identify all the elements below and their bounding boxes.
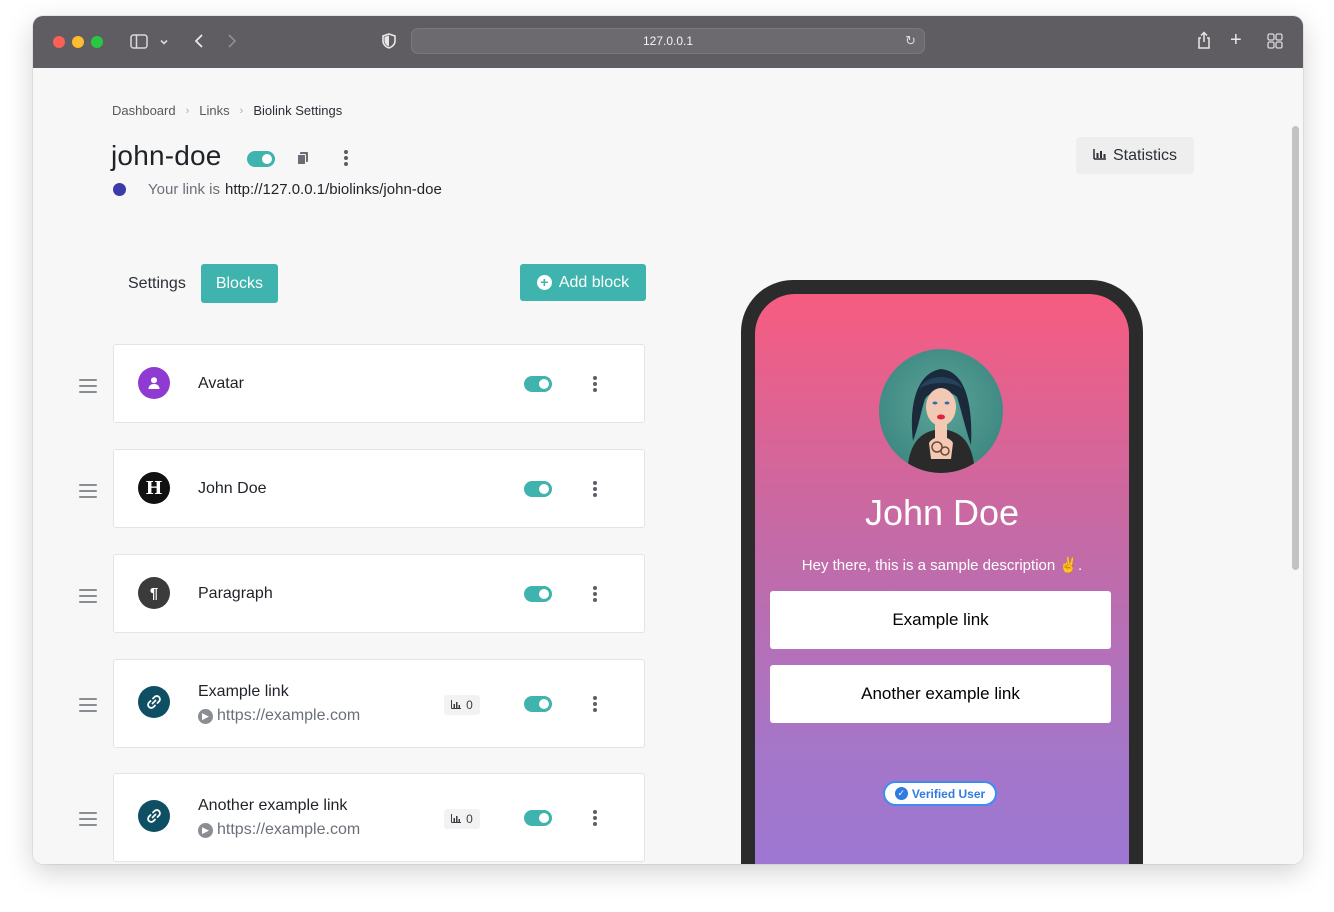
arrow-right-circle-icon: ▶ <box>198 822 213 838</box>
drag-handle-icon[interactable] <box>79 484 97 502</box>
chart-icon <box>1093 147 1107 165</box>
chevron-right-icon: › <box>185 104 190 117</box>
drag-handle-icon[interactable] <box>79 379 97 397</box>
block-avatar[interactable]: Avatar <box>113 344 645 423</box>
block-title: Paragraph <box>198 585 273 602</box>
check-circle-icon: ✓ <box>894 787 908 800</box>
preview-link-button[interactable]: Another example link <box>770 665 1111 723</box>
block-enabled-toggle[interactable] <box>524 696 552 712</box>
block-link[interactable]: Another example link ▶ https://example.c… <box>113 773 645 862</box>
chevron-right-icon: › <box>239 104 244 117</box>
chart-icon <box>451 812 462 826</box>
new-tab-icon[interactable]: + <box>1230 30 1242 50</box>
block-more-icon[interactable] <box>593 586 597 604</box>
forward-icon[interactable] <box>226 33 238 53</box>
clicks-badge: 0 <box>444 809 480 829</box>
share-icon[interactable] <box>1196 31 1212 54</box>
block-url-text: https://example.com <box>217 707 361 724</box>
sidebar-icon[interactable] <box>130 34 148 53</box>
close-window-button[interactable] <box>53 36 65 48</box>
block-more-icon[interactable] <box>593 696 597 714</box>
breadcrumb-links[interactable]: Links <box>199 103 229 118</box>
block-title: Avatar <box>198 375 244 392</box>
browser-window: 127.0.0.1 ↻ + Dashboard › Links › Biolin… <box>33 16 1303 864</box>
arrow-right-circle-icon: ▶ <box>198 708 213 724</box>
block-paragraph[interactable]: ¶ Paragraph <box>113 554 645 633</box>
breadcrumb-current: Biolink Settings <box>253 103 343 118</box>
back-icon[interactable] <box>193 33 205 53</box>
tab-settings[interactable]: Settings <box>113 264 201 303</box>
avatar <box>879 349 1003 473</box>
block-title: Another example link <box>198 797 348 814</box>
link-icon <box>138 800 170 832</box>
page-title: john-doe <box>111 140 222 171</box>
plus-circle-icon: + <box>536 275 552 290</box>
tab-overview-icon[interactable] <box>1267 33 1283 53</box>
block-url: ▶ https://example.com <box>198 707 360 725</box>
block-url: ▶ https://example.com <box>198 821 360 839</box>
clicks-count: 0 <box>466 812 473 826</box>
minimize-window-button[interactable] <box>72 36 84 48</box>
phone-preview: John Doe Hey there, this is a sample des… <box>741 280 1143 864</box>
copy-icon[interactable] <box>296 151 310 170</box>
breadcrumb: Dashboard › Links › Biolink Settings <box>112 103 342 118</box>
drag-handle-icon[interactable] <box>79 698 97 716</box>
chevron-down-icon[interactable] <box>159 35 169 51</box>
page-content: Dashboard › Links › Biolink Settings joh… <box>33 68 1291 864</box>
reload-icon[interactable]: ↻ <box>905 29 916 53</box>
browser-toolbar: 127.0.0.1 ↻ + <box>33 16 1303 68</box>
statistics-button[interactable]: Statistics <box>1076 137 1194 174</box>
block-more-icon[interactable] <box>593 481 597 499</box>
biolink-url-line: Your link is http://127.0.0.1/biolinks/j… <box>113 181 442 198</box>
block-heading[interactable]: H John Doe <box>113 449 645 528</box>
preview-screen: John Doe Hey there, this is a sample des… <box>755 294 1129 864</box>
preview-link-button[interactable]: Example link <box>770 591 1111 649</box>
preview-name: John Doe <box>864 492 1020 533</box>
block-enabled-toggle[interactable] <box>524 810 552 826</box>
block-enabled-toggle[interactable] <box>524 586 552 602</box>
chart-icon <box>451 698 462 712</box>
breadcrumb-dashboard[interactable]: Dashboard <box>112 103 176 118</box>
heading-icon: H <box>138 472 170 504</box>
add-block-label: Add block <box>558 273 630 291</box>
verified-label: Verified User <box>911 786 986 801</box>
address-bar[interactable]: 127.0.0.1 ↻ <box>411 28 925 54</box>
clicks-badge: 0 <box>444 695 480 715</box>
preview-description: Hey there, this is a sample description … <box>801 557 1083 574</box>
drag-handle-icon[interactable] <box>79 812 97 830</box>
verified-badge: ✓ Verified User <box>883 781 997 806</box>
drag-handle-icon[interactable] <box>79 589 97 607</box>
zoom-window-button[interactable] <box>91 36 103 48</box>
tab-blocks[interactable]: Blocks <box>200 264 278 303</box>
statistics-label: Statistics <box>1112 146 1177 164</box>
block-link[interactable]: Example link ▶ https://example.com 0 <box>113 659 645 748</box>
block-enabled-toggle[interactable] <box>524 481 552 497</box>
block-more-icon[interactable] <box>593 810 597 828</box>
block-enabled-toggle[interactable] <box>524 376 552 392</box>
more-options-icon[interactable] <box>344 150 348 168</box>
address-bar-text: 127.0.0.1 <box>642 34 694 48</box>
paragraph-icon: ¶ <box>138 577 170 609</box>
biolink-url[interactable]: http://127.0.0.1/biolinks/john-doe <box>225 181 442 198</box>
user-icon <box>138 367 170 399</box>
block-title: John Doe <box>198 480 267 497</box>
settings-tabs: Settings Blocks <box>113 264 278 303</box>
link-prefix-label: Your link is <box>148 181 220 198</box>
shield-icon[interactable] <box>382 33 396 53</box>
block-url-text: https://example.com <box>217 821 361 838</box>
link-status-dot <box>113 183 126 196</box>
clicks-count: 0 <box>466 698 473 712</box>
page-scrollbar[interactable] <box>1292 126 1299 570</box>
link-icon <box>138 686 170 718</box>
block-title: Example link <box>198 683 289 700</box>
block-more-icon[interactable] <box>593 376 597 394</box>
add-block-button[interactable]: + Add block <box>520 264 646 301</box>
biolink-enabled-toggle[interactable] <box>247 151 275 167</box>
